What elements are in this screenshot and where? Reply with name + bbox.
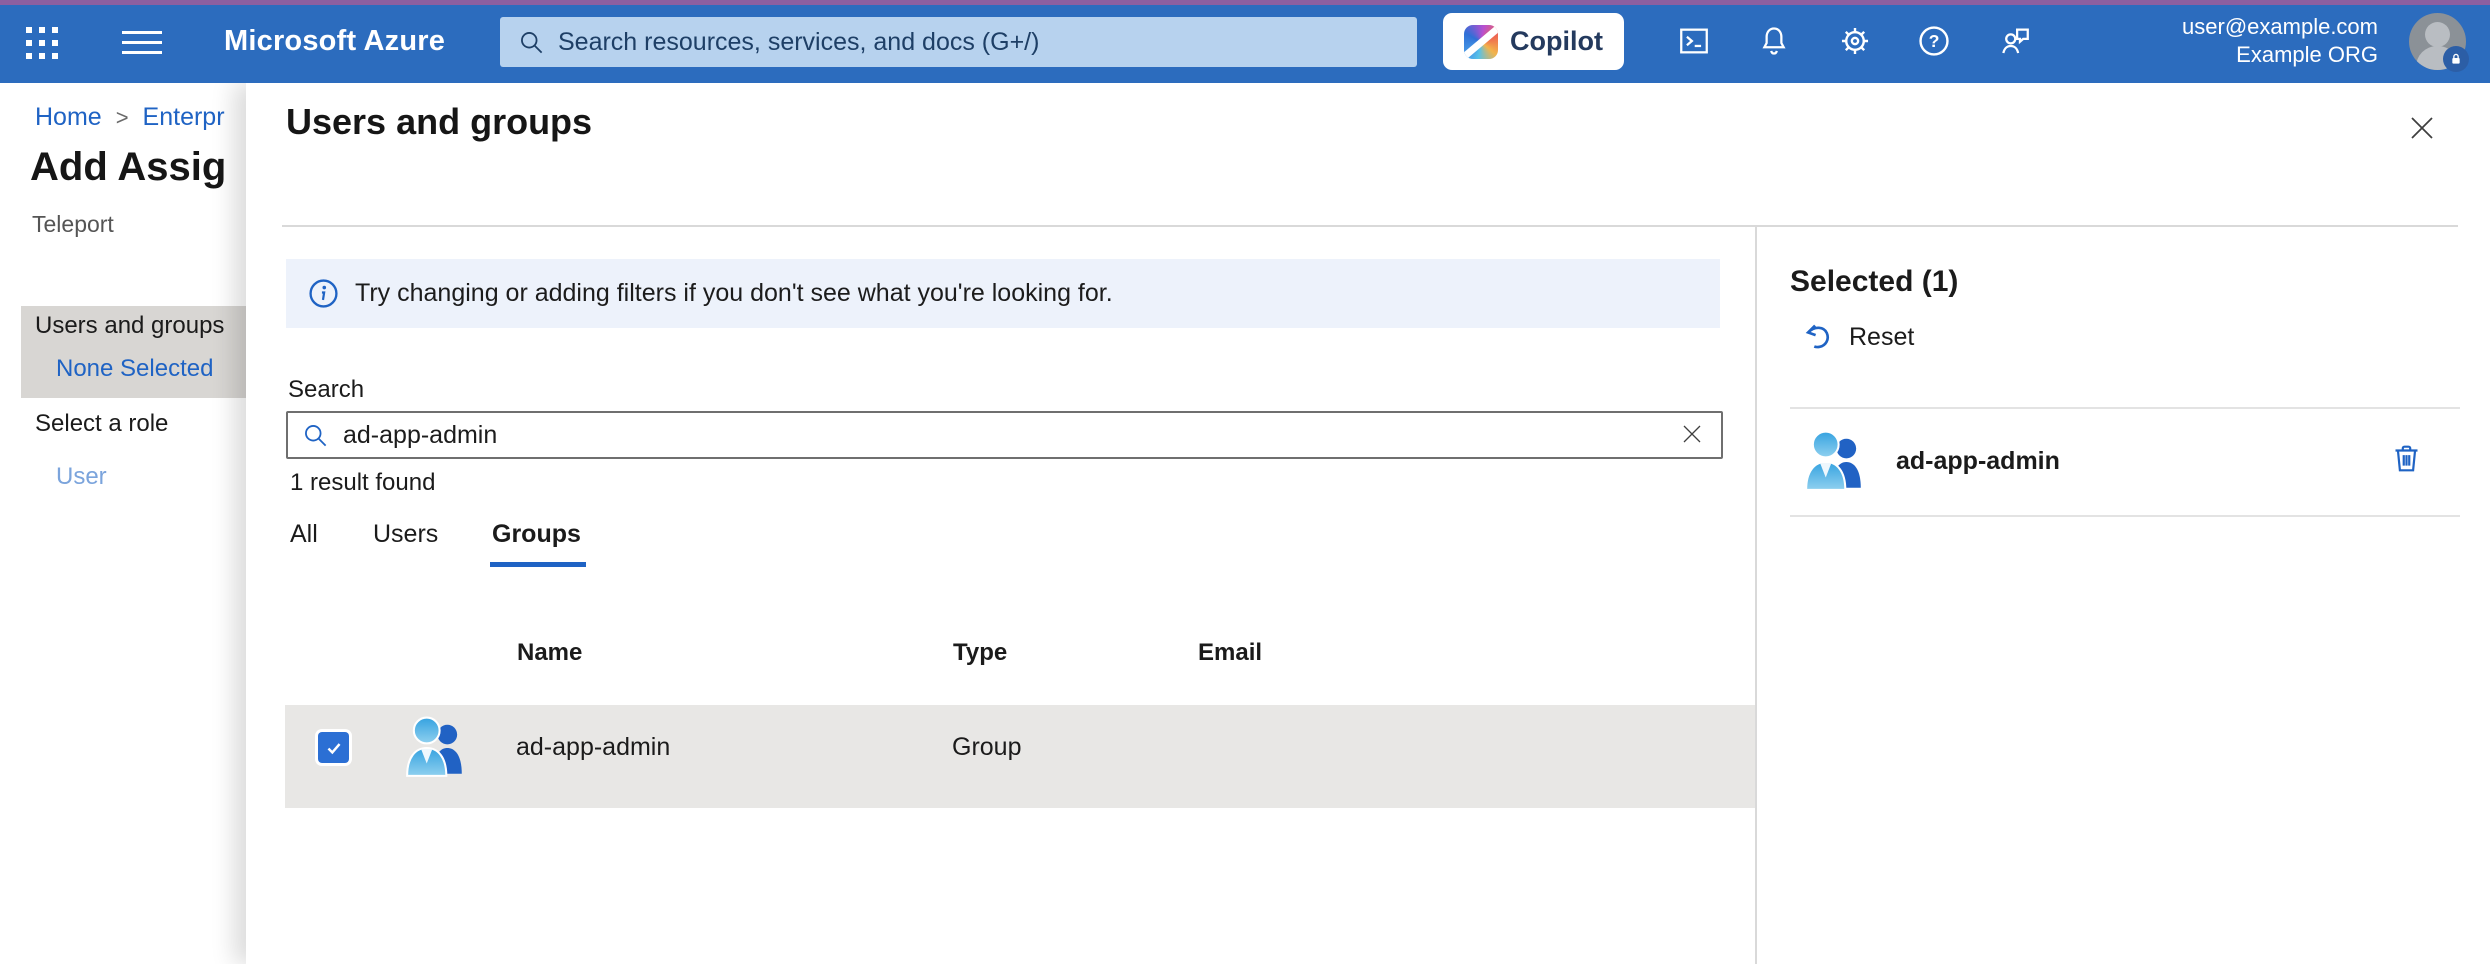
panel-title: Users and groups xyxy=(286,101,592,143)
hamburger-menu-icon[interactable] xyxy=(122,31,162,55)
help-icon[interactable]: ? xyxy=(1912,20,1956,64)
cloud-shell-icon[interactable] xyxy=(1672,20,1716,64)
active-tab-underline xyxy=(490,562,586,567)
tab-groups[interactable]: Groups xyxy=(492,520,581,549)
account-email: user@example.com xyxy=(2182,13,2378,41)
selected-divider xyxy=(1790,407,2460,409)
page-subtitle: Teleport xyxy=(32,211,114,238)
breadcrumb-enterprise-link[interactable]: Enterpr xyxy=(143,103,225,132)
breadcrumb-home-link[interactable]: Home xyxy=(35,103,102,132)
global-search-input[interactable]: Search resources, services, and docs (G+… xyxy=(500,17,1417,67)
tab-users[interactable]: Users xyxy=(373,520,438,549)
panel-header-divider xyxy=(282,225,2458,227)
close-icon[interactable] xyxy=(2402,109,2442,149)
column-header-name: Name xyxy=(517,639,582,667)
copilot-button[interactable]: Copilot xyxy=(1443,13,1624,70)
page-title: Add Assig xyxy=(30,145,226,190)
row-name: ad-app-admin xyxy=(516,733,670,762)
info-icon xyxy=(308,278,339,309)
row-type: Group xyxy=(952,733,1021,762)
tab-all[interactable]: All xyxy=(290,520,318,549)
settings-icon[interactable] xyxy=(1833,20,1877,64)
clear-icon[interactable] xyxy=(1677,420,1707,450)
accent-strip xyxy=(0,0,2490,5)
users-groups-field-label: Users and groups xyxy=(35,312,224,340)
selected-title: Selected (1) xyxy=(1790,265,1958,299)
selected-divider xyxy=(1790,515,2460,517)
info-banner-text: Try changing or adding filters if you do… xyxy=(355,279,1113,308)
table-row[interactable]: ad-app-admin Group xyxy=(285,705,1755,808)
azure-portal: Microsoft Azure Search resources, servic… xyxy=(0,0,2490,964)
product-title[interactable]: Microsoft Azure xyxy=(224,25,445,58)
breadcrumb-separator: > xyxy=(116,103,129,132)
lock-icon xyxy=(2443,46,2469,72)
copilot-label: Copilot xyxy=(1510,26,1603,57)
role-field-value[interactable]: User xyxy=(56,463,107,491)
group-icon xyxy=(403,715,469,781)
breadcrumb: Home > Enterpr xyxy=(35,103,225,132)
svg-text:?: ? xyxy=(1929,31,1940,51)
check-icon xyxy=(324,738,344,758)
reset-button[interactable]: Reset xyxy=(1802,321,1914,353)
notifications-icon[interactable] xyxy=(1752,20,1796,64)
waffle-menu-icon[interactable] xyxy=(26,27,60,61)
search-icon xyxy=(302,422,329,449)
column-header-email: Email xyxy=(1198,639,1262,667)
users-groups-field-value[interactable]: None Selected xyxy=(56,355,213,383)
search-input[interactable]: ad-app-admin xyxy=(286,411,1723,459)
result-count: 1 result found xyxy=(290,469,435,497)
info-banner: Try changing or adding filters if you do… xyxy=(286,259,1720,328)
delete-icon[interactable] xyxy=(2386,440,2426,480)
row-checkbox[interactable] xyxy=(318,732,349,763)
feedback-icon[interactable] xyxy=(1993,20,2037,64)
copilot-icon xyxy=(1464,25,1498,59)
panel-vertical-divider xyxy=(1755,227,1757,964)
selected-item-name: ad-app-admin xyxy=(1896,447,2060,476)
users-and-groups-panel: Users and groups Try changing or adding … xyxy=(246,83,2490,964)
reset-label: Reset xyxy=(1849,323,1914,352)
account-info[interactable]: user@example.com Example ORG xyxy=(2182,13,2378,69)
column-header-type: Type xyxy=(953,639,1007,667)
avatar[interactable] xyxy=(2409,13,2466,70)
role-field-label: Select a role xyxy=(35,410,168,438)
search-label: Search xyxy=(288,376,364,404)
top-bar: Microsoft Azure Search resources, servic… xyxy=(0,0,2490,83)
group-icon xyxy=(1802,429,1868,495)
search-icon xyxy=(518,29,545,56)
search-value: ad-app-admin xyxy=(343,421,1663,450)
undo-icon xyxy=(1802,321,1834,353)
account-org: Example ORG xyxy=(2182,41,2378,69)
global-search-placeholder: Search resources, services, and docs (G+… xyxy=(558,28,1039,57)
